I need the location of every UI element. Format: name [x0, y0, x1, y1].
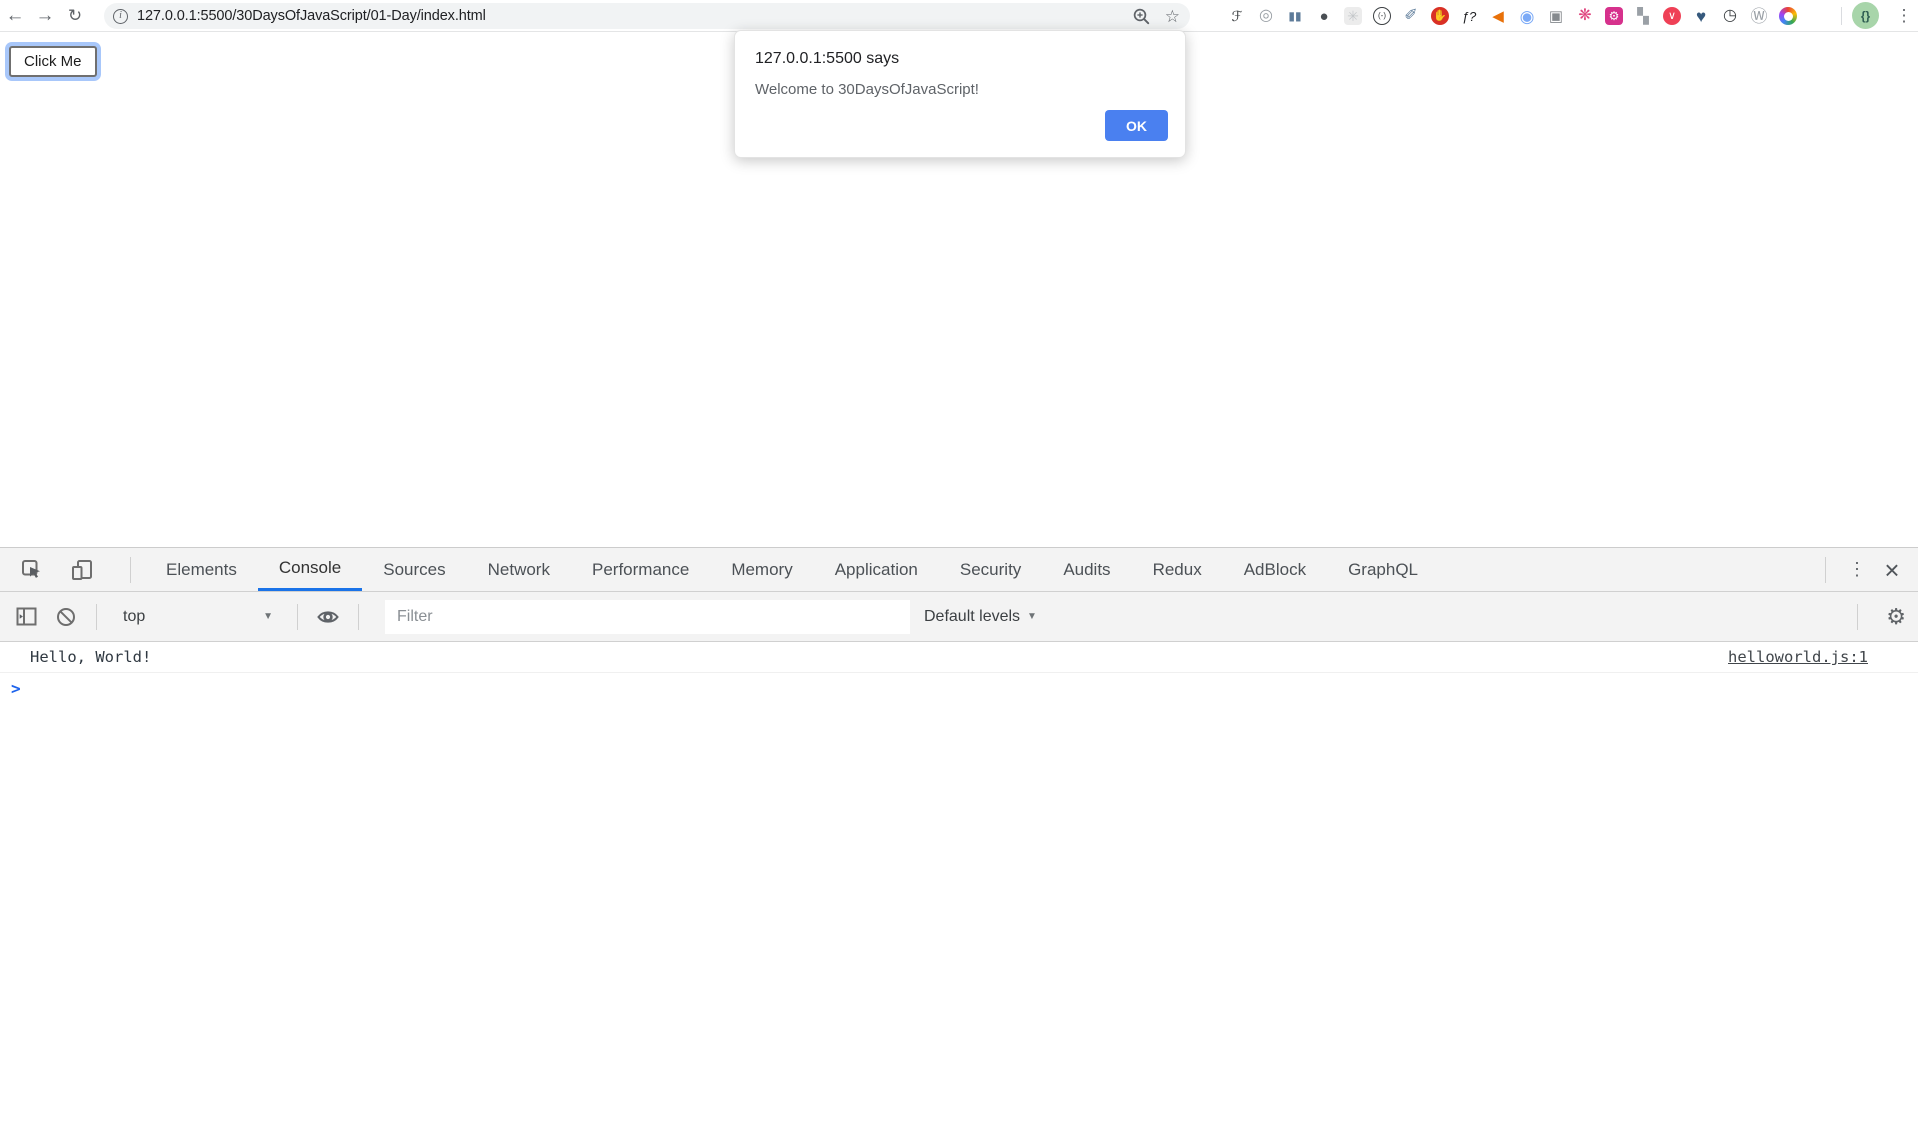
tab-graphql[interactable]: GraphQL	[1327, 548, 1439, 591]
devtools-panel: ElementsConsoleSourcesNetworkPerformance…	[0, 547, 1918, 1146]
tab-performance[interactable]: Performance	[571, 548, 710, 591]
bug-extension-icon[interactable]: ●	[1315, 7, 1333, 25]
reload-icon: ↻	[68, 6, 82, 26]
console-sidebar-toggle-icon[interactable]	[10, 601, 42, 633]
script-f-extension-icon[interactable]: ℱ	[1228, 7, 1246, 25]
console-source-link[interactable]: helloworld.js:1	[1728, 648, 1868, 666]
toolbar-right-separator	[1857, 604, 1858, 630]
heart-magnifier-extension-icon[interactable]: ♥	[1692, 7, 1710, 25]
panels-extension-icon[interactable]: ▮▮	[1286, 7, 1304, 25]
console-output: Hello, World!helloworld.js:1 >	[0, 642, 1918, 704]
alert-message: Welcome to 30DaysOfJavaScript!	[755, 81, 1165, 98]
tabbar-separator	[130, 557, 131, 583]
alert-title: 127.0.0.1:5500 says	[755, 50, 1165, 68]
tab-audits[interactable]: Audits	[1042, 548, 1131, 591]
console-message-row: Hello, World!helloworld.js:1	[0, 642, 1918, 673]
zoom-icon[interactable]	[1132, 7, 1151, 26]
tab-redux[interactable]: Redux	[1132, 548, 1223, 591]
tab-console[interactable]: Console	[258, 548, 362, 591]
tab-memory[interactable]: Memory	[710, 548, 813, 591]
execution-context-selector[interactable]: top ▼	[111, 608, 283, 626]
toolbar-separator-1	[96, 604, 97, 630]
tab-application[interactable]: Application	[814, 548, 939, 591]
context-label: top	[123, 608, 145, 626]
pink-gear-extension-icon[interactable]: ⚙	[1605, 7, 1623, 25]
function-help-extension-icon[interactable]: ƒ?	[1460, 7, 1478, 25]
browser-toolbar: ← → ↻ i 127.0.0.1:5500/30DaysOfJavaScrip…	[0, 0, 1918, 32]
console-filter-input[interactable]	[385, 600, 910, 634]
device-toolbar-icon[interactable]	[66, 554, 98, 586]
profile-avatar[interactable]: {}	[1852, 2, 1879, 29]
gray-blocks-extension-icon[interactable]: ▚	[1634, 7, 1652, 25]
console-toolbar: top ▼ Default levels ▼ ⚙	[0, 592, 1918, 642]
parens-extension-icon[interactable]: (-)	[1373, 7, 1391, 25]
devtools-more-menu-icon[interactable]: ⋮	[1840, 559, 1874, 580]
pink-atom-extension-icon[interactable]: ❋	[1576, 7, 1594, 25]
rainbow-circle-extension-icon[interactable]	[1779, 7, 1797, 25]
devtools-close-icon[interactable]: ×	[1874, 557, 1910, 583]
toolbar-separator	[1841, 7, 1842, 25]
alert-dialog: 127.0.0.1:5500 says Welcome to 30DaysOfJ…	[734, 30, 1186, 158]
target-extension-icon[interactable]: ◎	[1257, 7, 1275, 25]
back-icon: ←	[6, 5, 25, 27]
clock-extension-icon[interactable]: ◷	[1721, 7, 1739, 25]
alert-ok-button[interactable]: OK	[1105, 110, 1168, 141]
megaphone-extension-icon[interactable]: ◀	[1489, 7, 1507, 25]
clear-console-icon[interactable]	[50, 601, 82, 633]
click-me-button[interactable]: Click Me	[9, 46, 97, 77]
devtools-tabbar: ElementsConsoleSourcesNetworkPerformance…	[0, 548, 1918, 592]
tab-network[interactable]: Network	[467, 548, 571, 591]
toolbar-separator-2	[297, 604, 298, 630]
prompt-chevron-icon: >	[11, 679, 21, 698]
url-text[interactable]: 127.0.0.1:5500/30DaysOfJavaScript/01-Day…	[137, 8, 486, 24]
console-message-text: Hello, World!	[30, 648, 1728, 666]
console-prompt[interactable]: >	[0, 673, 1918, 704]
reload-button[interactable]: ↻	[60, 1, 90, 31]
blue-swirl-extension-icon[interactable]: ◉	[1518, 7, 1536, 25]
w-circle-extension-icon[interactable]: Ⓦ	[1750, 7, 1768, 25]
chevron-down-icon: ▼	[263, 611, 273, 622]
tab-elements[interactable]: Elements	[145, 548, 258, 591]
tab-sources[interactable]: Sources	[362, 548, 466, 591]
eyedropper-extension-icon[interactable]: ✐	[1402, 7, 1420, 25]
camera-extension-icon[interactable]: ▣	[1547, 7, 1565, 25]
extensions-strip: ℱ ◎ ▮▮ ● ✳ (-) ✐ ✋ ƒ? ◀ ◉ ▣ ❋ ⚙ ▚ ∨ ♥ ◷ Ⓦ	[1228, 0, 1797, 32]
log-levels-selector[interactable]: Default levels ▼	[924, 608, 1037, 626]
tabbar-right-separator	[1825, 557, 1826, 583]
inspect-element-icon[interactable]	[16, 554, 48, 586]
console-settings-gear-icon[interactable]: ⚙	[1886, 604, 1906, 630]
adblock-hand-extension-icon[interactable]: ✋	[1431, 7, 1449, 25]
tab-adblock[interactable]: AdBlock	[1223, 548, 1327, 591]
browser-menu-icon[interactable]: ⋮	[1892, 0, 1916, 32]
chevron-down-icon: ▼	[1027, 611, 1037, 622]
pocket-extension-icon[interactable]: ∨	[1663, 7, 1681, 25]
site-info-icon[interactable]: i	[113, 9, 128, 24]
tab-security[interactable]: Security	[939, 548, 1042, 591]
address-bar[interactable]: i 127.0.0.1:5500/30DaysOfJavaScript/01-D…	[104, 3, 1190, 29]
live-expression-eye-icon[interactable]	[312, 601, 344, 633]
forward-icon: →	[36, 5, 55, 27]
levels-label: Default levels	[924, 608, 1020, 626]
react-devtools-extension-icon[interactable]: ✳	[1344, 7, 1362, 25]
forward-button[interactable]: →	[30, 1, 60, 31]
back-button[interactable]: ←	[0, 1, 30, 31]
toolbar-separator-3	[358, 604, 359, 630]
bookmark-star-icon[interactable]: ☆	[1165, 8, 1180, 25]
devtools-tabs: ElementsConsoleSourcesNetworkPerformance…	[145, 548, 1439, 591]
